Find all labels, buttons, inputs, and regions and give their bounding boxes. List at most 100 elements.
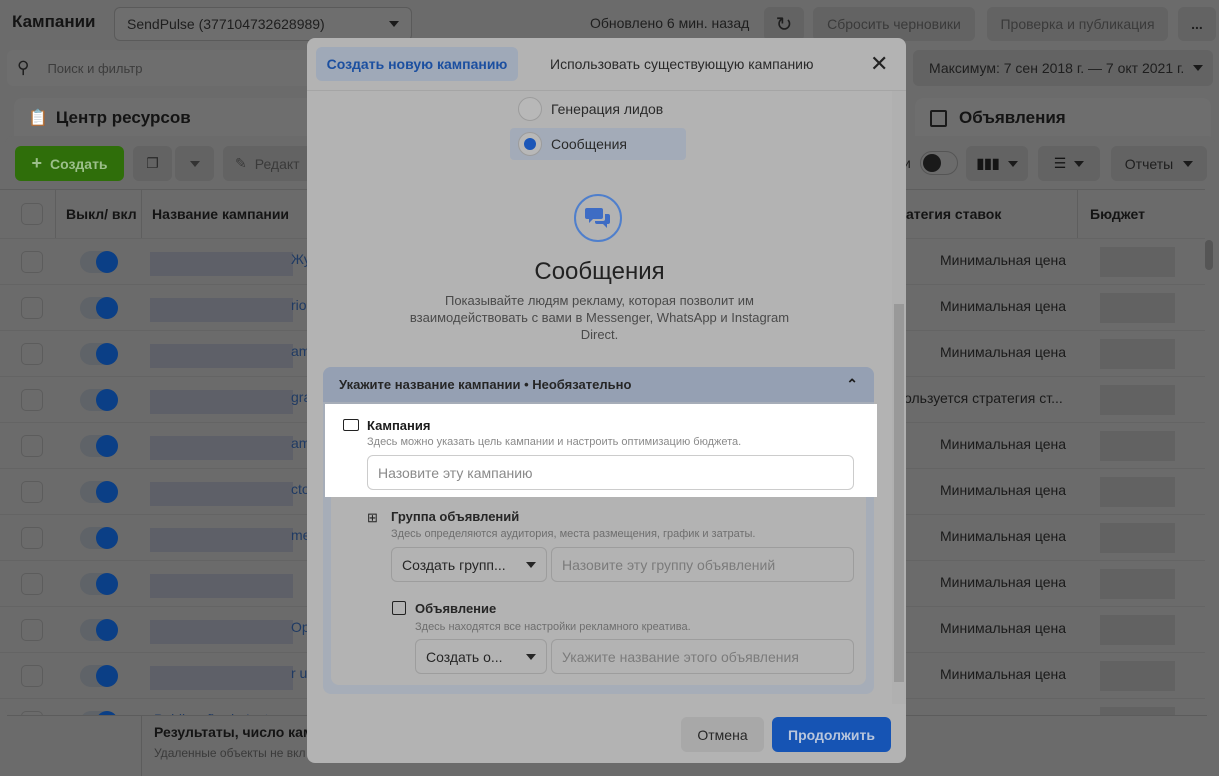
adset-select[interactable]: Создать групп...	[391, 547, 547, 582]
chevron-up-icon[interactable]: ⌃	[846, 376, 858, 393]
ad-desc: Здесь находятся все настройки рекламного…	[415, 621, 691, 633]
header-toggle[interactable]: Выкл/ вкл	[56, 190, 142, 238]
redacted-name	[150, 666, 293, 690]
bid-strategy: Минимальная цена	[940, 436, 1067, 452]
table-scrollbar[interactable]	[1205, 240, 1213, 270]
row-checkbox[interactable]	[21, 573, 43, 595]
discard-drafts-button[interactable]: Сбросить черновики	[813, 7, 975, 41]
header-budget[interactable]: Бюджет	[1078, 190, 1205, 238]
adset-title: Группа объявлений	[391, 509, 520, 524]
pencil-icon: ✎	[235, 155, 247, 171]
adset-grid-icon: ⊞	[367, 510, 378, 525]
redacted-budget	[1100, 385, 1175, 415]
redacted-budget	[1100, 431, 1175, 461]
row-toggle[interactable]	[80, 619, 118, 641]
objective-description: Показывайте людям рекламу, которая позво…	[409, 293, 790, 342]
search-placeholder: Поиск и фильтр	[47, 60, 143, 76]
row-toggle[interactable]	[80, 481, 118, 503]
edit-label: Редакт	[254, 155, 300, 172]
redacted-budget	[1100, 661, 1175, 691]
redacted-name	[150, 252, 293, 276]
redacted-budget	[1100, 247, 1175, 277]
messages-objective-icon	[574, 194, 622, 242]
row-toggle[interactable]	[80, 435, 118, 457]
campaign-name-link[interactable]: rio	[291, 297, 307, 313]
row-checkbox[interactable]	[21, 481, 43, 503]
chevron-down-icon	[189, 160, 200, 167]
campaign-name-block: Кампания Здесь можно указать цель кампан…	[325, 404, 877, 497]
breakdown-button[interactable]: ☰	[1038, 146, 1100, 181]
row-toggle[interactable]	[80, 251, 118, 273]
row-checkbox[interactable]	[21, 389, 43, 411]
ad-title: Объявление	[415, 601, 497, 616]
option-lead-generation[interactable]: Генерация лидов	[518, 97, 663, 121]
duplicate-menu-button[interactable]	[175, 146, 214, 181]
review-publish-button[interactable]: Проверка и публикация	[987, 7, 1168, 41]
row-toggle[interactable]	[80, 573, 118, 595]
row-checkbox[interactable]	[21, 435, 43, 457]
close-icon[interactable]: ✕	[870, 51, 888, 77]
duplicate-button[interactable]: ❐	[133, 146, 172, 181]
redacted-budget	[1100, 569, 1175, 599]
chevron-down-icon	[1193, 65, 1203, 71]
chevron-down-icon	[1007, 160, 1018, 167]
create-button[interactable]: + Создать	[15, 146, 124, 181]
columns-button[interactable]: ▮▮▮	[966, 146, 1028, 181]
continue-button[interactable]: Продолжить	[772, 717, 891, 752]
ad-select[interactable]: Создать о...	[415, 639, 547, 674]
date-range-button[interactable]: Максимум: 7 сен 2018 г. — 7 окт 2021 г.	[913, 50, 1213, 86]
header-strategy[interactable]: атегия ставок	[906, 190, 1078, 238]
select-all-checkbox[interactable]	[21, 203, 43, 225]
refresh-icon: ↻	[775, 13, 793, 36]
row-toggle[interactable]	[80, 527, 118, 549]
tab-new-campaign[interactable]: Создать новую кампанию	[316, 47, 518, 81]
edit-button[interactable]: ✎ Редакт	[223, 146, 313, 181]
breakdown-icon: ☰	[1053, 155, 1067, 171]
ad-name-input[interactable]: Укажите название этого объявления	[551, 639, 854, 674]
tab-label: Объявления	[959, 108, 1066, 127]
tab-existing-campaign[interactable]: Использовать существующую кампанию	[550, 56, 814, 72]
adset-select-value: Создать групп...	[402, 556, 506, 573]
option-messages[interactable]: Сообщения	[510, 128, 686, 160]
row-checkbox[interactable]	[21, 527, 43, 549]
row-toggle[interactable]	[80, 297, 118, 319]
plus-icon: +	[31, 153, 42, 173]
row-checkbox[interactable]	[21, 665, 43, 687]
redacted-name	[150, 482, 293, 506]
naming-header[interactable]: Укажите название кампании • Необязательн…	[323, 367, 874, 402]
tab-label: Центр ресурсов	[55, 108, 191, 127]
more-button[interactable]: ...	[1178, 7, 1216, 41]
campaign-name-input[interactable]: Назовите эту кампанию	[367, 455, 854, 490]
option-label: Сообщения	[551, 136, 627, 152]
refresh-button[interactable]: ↻	[764, 7, 804, 41]
redacted-budget	[1100, 293, 1175, 323]
view-toggle[interactable]	[920, 151, 958, 175]
tab-resources[interactable]: 📋 Центр ресурсов	[14, 98, 314, 138]
row-toggle[interactable]	[80, 343, 118, 365]
cancel-button[interactable]: Отмена	[681, 717, 764, 752]
row-toggle[interactable]	[80, 389, 118, 411]
adset-name-placeholder: Назовите эту группу объявлений	[562, 556, 776, 573]
row-checkbox[interactable]	[21, 297, 43, 319]
updated-status: Обновлено 6 мин. назад	[590, 15, 750, 31]
ad-select-value: Создать о...	[426, 648, 503, 665]
modal-scrollbar[interactable]	[892, 91, 906, 704]
tab-ads[interactable]: Объявления	[915, 98, 1211, 138]
redacted-name	[150, 620, 293, 644]
row-checkbox[interactable]	[21, 619, 43, 641]
bid-strategy: Минимальная цена	[940, 344, 1067, 360]
campaign-name-link[interactable]: r u	[291, 665, 307, 681]
chevron-down-icon	[389, 21, 399, 27]
reports-button[interactable]: Отчеты	[1111, 146, 1207, 181]
redacted-name	[150, 436, 293, 460]
radio-selected[interactable]	[518, 132, 542, 156]
account-select[interactable]: SendPulse (377104732628989)	[114, 7, 412, 41]
adset-name-input[interactable]: Назовите эту группу объявлений	[551, 547, 854, 582]
row-toggle[interactable]	[80, 665, 118, 687]
row-checkbox[interactable]	[21, 343, 43, 365]
radio-unselected[interactable]	[518, 97, 542, 121]
row-checkbox[interactable]	[21, 251, 43, 273]
redacted-name	[150, 298, 293, 322]
chevron-down-icon	[1074, 160, 1085, 167]
bid-strategy: Минимальная цена	[940, 482, 1067, 498]
